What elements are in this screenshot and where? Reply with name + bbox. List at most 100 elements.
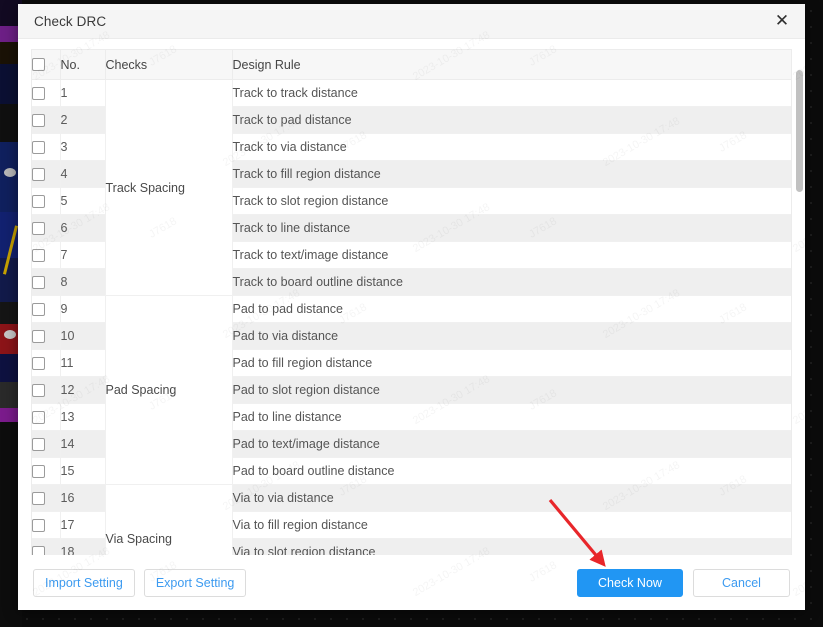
row-checkbox[interactable]: [32, 221, 45, 235]
import-setting-button[interactable]: Import Setting: [33, 568, 135, 597]
row-checkbox-cell: [32, 79, 60, 107]
pcb-pad: [4, 168, 16, 177]
row-checkbox-cell: [32, 133, 60, 161]
row-checkbox[interactable]: [32, 437, 45, 451]
footer-right-actions: Check Now Cancel: [577, 568, 790, 597]
table-header-row: No. Checks Design Rule: [32, 50, 791, 80]
checks-group-cell: Via Spacing: [104, 484, 233, 555]
design-rule-cell: Pad to text/image distance: [232, 430, 791, 458]
row-checkbox[interactable]: [32, 167, 45, 181]
row-number: 6: [59, 214, 105, 242]
design-rule-cell: Via to slot region distance: [232, 538, 791, 555]
close-icon[interactable]: ✕: [771, 10, 793, 32]
design-rule-cell: Track to board outline distance: [232, 268, 791, 296]
design-rule-cell: Pad to line distance: [232, 403, 791, 431]
table-scrollbar[interactable]: [796, 70, 803, 555]
dialog-body: No. Checks Design Rule 1 Track Spacing Tra…: [18, 39, 805, 555]
row-checkbox[interactable]: [32, 248, 45, 262]
row-number: 10: [59, 322, 105, 350]
row-number: 14: [59, 430, 105, 458]
design-rule-cell: Track to pad distance: [232, 106, 791, 134]
column-header-checks: Checks: [104, 50, 232, 80]
table-body: 1 Track Spacing Track to track distance 2 Tr…: [32, 79, 791, 555]
row-checkbox[interactable]: [32, 545, 45, 555]
row-checkbox-cell: [32, 511, 60, 539]
checks-group-cell: Track Spacing: [104, 79, 233, 296]
row-checkbox[interactable]: [32, 302, 45, 316]
design-rule-cell: Pad to fill region distance: [232, 349, 791, 377]
design-rule-cell: Via to via distance: [232, 484, 791, 512]
row-checkbox-cell: [32, 106, 60, 134]
dialog-footer: Import Setting Export Setting Check Now …: [18, 555, 805, 610]
row-number: 3: [59, 133, 105, 161]
design-rule-cell: Via to fill region distance: [232, 511, 791, 539]
design-rule-cell: Pad to slot region distance: [232, 376, 791, 404]
design-rule-cell: Pad to board outline distance: [232, 457, 791, 485]
export-setting-button[interactable]: Export Setting: [143, 568, 247, 597]
row-number: 9: [59, 295, 105, 323]
row-checkbox-cell: [32, 349, 60, 377]
design-rule-cell: Track to text/image distance: [232, 241, 791, 269]
row-checkbox[interactable]: [32, 356, 45, 370]
table-row[interactable]: 16 Via Spacing Via to via distance: [32, 484, 791, 555]
footer-left-actions: Import Setting Export Setting: [33, 568, 247, 597]
row-checkbox[interactable]: [32, 518, 45, 532]
scrollbar-thumb[interactable]: [796, 70, 803, 192]
column-header-design-rule: Design Rule: [231, 50, 791, 80]
design-rule-cell: Track to fill region distance: [232, 160, 791, 188]
row-checkbox[interactable]: [32, 194, 45, 208]
design-rule-cell: Pad to via distance: [232, 322, 791, 350]
row-number: 5: [59, 187, 105, 215]
table-row[interactable]: 9 Pad Spacing Pad to pad distance: [32, 295, 791, 485]
row-number: 1: [59, 79, 105, 107]
row-checkbox-cell: [32, 376, 60, 404]
column-header-no: No.: [59, 50, 105, 80]
row-checkbox[interactable]: [32, 86, 45, 100]
design-rule-cell: Track to via distance: [232, 133, 791, 161]
row-checkbox-cell: [32, 430, 60, 458]
row-checkbox-cell: [32, 160, 60, 188]
row-checkbox[interactable]: [32, 383, 45, 397]
page-title: Check DRC: [34, 13, 107, 29]
row-number: 4: [59, 160, 105, 188]
row-checkbox-cell: [32, 214, 60, 242]
row-checkbox-cell: [32, 322, 60, 350]
design-rule-cell: Track to line distance: [232, 214, 791, 242]
cancel-button[interactable]: Cancel: [693, 568, 790, 597]
table-header: No. Checks Design Rule: [32, 50, 791, 80]
row-checkbox-cell: [32, 403, 60, 431]
drc-rules-table: No. Checks Design Rule 1 Track Spacing Tra…: [32, 50, 791, 555]
row-checkbox-cell: [32, 187, 60, 215]
row-checkbox[interactable]: [32, 140, 45, 154]
select-all-checkbox[interactable]: [32, 58, 45, 71]
row-checkbox-cell: [32, 538, 60, 555]
dialog-header: Check DRC ✕: [18, 4, 805, 39]
row-checkbox-cell: [32, 457, 60, 485]
design-rule-cell: Pad to pad distance: [232, 295, 791, 323]
pcb-pad: [4, 330, 16, 339]
row-checkbox[interactable]: [32, 275, 45, 289]
row-number: 11: [59, 349, 105, 377]
row-number: 17: [59, 511, 105, 539]
checks-group-cell: Pad Spacing: [104, 295, 233, 485]
design-rule-cell: Track to slot region distance: [232, 187, 791, 215]
row-number: 2: [59, 106, 105, 134]
row-number: 13: [59, 403, 105, 431]
table-row[interactable]: 1 Track Spacing Track to track distance: [32, 79, 791, 296]
row-number: 8: [59, 268, 105, 296]
row-checkbox[interactable]: [32, 491, 45, 505]
row-number: 16: [59, 484, 105, 512]
design-rule-cell: Track to track distance: [232, 79, 791, 107]
row-checkbox[interactable]: [32, 329, 45, 343]
row-checkbox-cell: [32, 484, 60, 512]
row-checkbox[interactable]: [32, 410, 45, 424]
row-checkbox-cell: [32, 241, 60, 269]
row-checkbox[interactable]: [32, 113, 45, 127]
check-now-button[interactable]: Check Now: [577, 568, 683, 597]
check-drc-dialog: Check DRC ✕ No. Checks Design Rule 1 Tra…: [18, 4, 805, 610]
row-number: 18: [59, 538, 105, 555]
row-checkbox[interactable]: [32, 464, 45, 478]
drc-rules-table-container: No. Checks Design Rule 1 Track Spacing Tra…: [31, 49, 792, 555]
row-number: 15: [59, 457, 105, 485]
row-number: 12: [59, 376, 105, 404]
